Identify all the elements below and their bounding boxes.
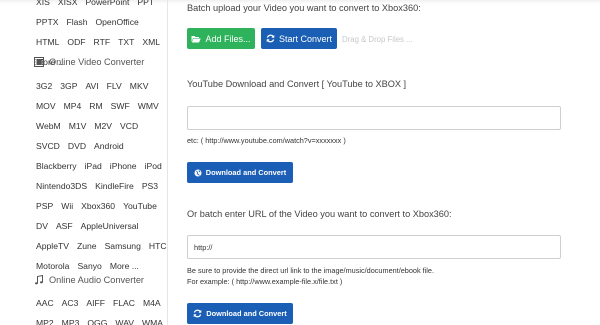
folder-open-icon: [191, 35, 202, 42]
format-link[interactable]: WebM: [36, 116, 61, 136]
format-link[interactable]: MP3: [62, 313, 80, 325]
main-content: Batch upload your Video you want to conv…: [187, 0, 600, 325]
format-link[interactable]: AVI: [85, 76, 98, 96]
batch-url-example: For example: ( http://www.example-file.x…: [187, 277, 343, 286]
format-link[interactable]: DVD: [68, 136, 86, 156]
format-link[interactable]: 3G2: [36, 76, 52, 96]
start-convert-label: Start Convert: [278, 33, 333, 44]
format-link[interactable]: More ...: [110, 256, 139, 276]
format-link[interactable]: SVCD: [36, 136, 60, 156]
format-link[interactable]: PPTX: [36, 12, 58, 32]
globe-icon: [194, 168, 202, 177]
format-link[interactable]: HTML: [36, 32, 59, 52]
format-link[interactable]: DV: [36, 216, 48, 236]
format-link[interactable]: PPT: [137, 0, 154, 12]
format-link[interactable]: 3GP: [60, 76, 77, 96]
format-link[interactable]: OpenOffice: [95, 12, 138, 32]
format-link[interactable]: HTC: [149, 236, 167, 256]
add-files-button[interactable]: Add Files...: [187, 28, 255, 49]
audio-section-title: Online Audio Converter: [49, 275, 144, 285]
format-link[interactable]: Zune: [77, 236, 97, 256]
format-link[interactable]: AAC: [36, 293, 54, 313]
format-link[interactable]: KindleFire: [95, 176, 134, 196]
format-link[interactable]: iPad: [85, 156, 102, 176]
format-link[interactable]: AppleUniversal: [81, 216, 139, 236]
add-files-label: Add Files...: [205, 33, 251, 44]
format-link[interactable]: AIFF: [86, 293, 105, 313]
sidebar: XIS XISX PowerPoint PPT PPTX Flash OpenOffice H…: [26, 0, 168, 325]
format-link[interactable]: M4A: [143, 293, 161, 313]
refresh-icon: [193, 309, 202, 318]
converter-page: XIS XISX PowerPoint PPT PPTX Flash OpenOffice H…: [0, 0, 600, 325]
upload-heading: Batch upload your Video you want to conv…: [187, 3, 421, 13]
format-link[interactable]: FLV: [107, 76, 122, 96]
audio-format-list: AAC AC3 AIFF FLAC M4A MP2 MP3 OGG WAV WMA: [36, 293, 167, 325]
format-link[interactable]: Sanyo: [77, 256, 101, 276]
format-link[interactable]: Nintendo3DS: [36, 176, 87, 196]
format-link[interactable]: RTF: [94, 32, 111, 52]
audio-section-header: Online Audio Converter: [34, 275, 167, 285]
format-link[interactable]: WMA: [142, 313, 163, 325]
film-icon: [34, 57, 44, 67]
format-link[interactable]: WMV: [138, 96, 159, 116]
batch-url-input[interactable]: http://: [187, 235, 561, 259]
video-section-title: Online Video Converter: [49, 57, 145, 67]
batch-url-note: Be sure to provide the direct url link t…: [187, 266, 435, 275]
format-link[interactable]: MP2: [36, 313, 54, 325]
format-link[interactable]: Wii: [61, 196, 73, 216]
batch-download-convert-button[interactable]: Download and Convert: [187, 303, 293, 324]
format-link[interactable]: RM: [89, 96, 102, 116]
refresh-icon: [266, 34, 275, 43]
format-link[interactable]: MKV: [130, 76, 149, 96]
format-link[interactable]: ODF: [67, 32, 85, 52]
youtube-url-input[interactable]: [187, 106, 561, 130]
format-link[interactable]: XIS: [36, 0, 50, 12]
format-link[interactable]: MP4: [64, 96, 82, 116]
format-link[interactable]: SWF: [111, 96, 130, 116]
start-convert-button[interactable]: Start Convert: [261, 28, 337, 49]
format-link[interactable]: OGG: [87, 313, 107, 325]
drag-drop-area[interactable]: Drag & Drop Files ...: [342, 35, 413, 44]
format-link[interactable]: Blackberry: [36, 156, 77, 176]
youtube-download-convert-label: Download and Convert: [205, 168, 287, 177]
format-link[interactable]: Flash: [66, 12, 87, 32]
format-link[interactable]: PowerPoint: [85, 0, 129, 12]
video-format-list: 3G2 3GP AVI FLV MKV MOV MP4 RM SWF WMV WebM M1V M2V V…: [36, 76, 167, 276]
format-link[interactable]: PSP: [36, 196, 53, 216]
youtube-heading: YouTube Download and Convert [ YouTube t…: [187, 79, 407, 89]
youtube-url-hint: etc: ( http://www.youtube.com/watch?v=xx…: [187, 136, 346, 145]
format-link[interactable]: Motorola: [36, 256, 69, 276]
music-note-icon: [35, 275, 43, 285]
format-link[interactable]: Android: [94, 136, 124, 156]
format-link[interactable]: FLAC: [113, 293, 135, 313]
video-section-header: Online Video Converter: [34, 57, 167, 67]
format-link[interactable]: PS3: [142, 176, 158, 196]
format-link[interactable]: MOV: [36, 96, 56, 116]
format-link[interactable]: M1V: [69, 116, 87, 136]
format-link[interactable]: YouTube: [123, 196, 157, 216]
format-link[interactable]: ASF: [56, 216, 73, 236]
batch-download-convert-label: Download and Convert: [206, 309, 287, 318]
format-link[interactable]: iPod: [145, 156, 162, 176]
format-link[interactable]: WAV: [115, 313, 134, 325]
format-link[interactable]: AC3: [62, 293, 79, 313]
format-link[interactable]: Xbox360: [81, 196, 115, 216]
format-link[interactable]: M2V: [94, 116, 112, 136]
format-link[interactable]: VCD: [120, 116, 138, 136]
youtube-download-convert-button[interactable]: Download and Convert: [187, 162, 293, 183]
format-link[interactable]: Samsung: [105, 236, 141, 256]
batch-url-heading: Or batch enter URL of the Video you want…: [187, 209, 452, 219]
format-link[interactable]: AppleTV: [36, 236, 69, 256]
format-link[interactable]: XML: [142, 32, 160, 52]
format-link[interactable]: XISX: [58, 0, 78, 12]
format-link[interactable]: iPhone: [110, 156, 137, 176]
format-link[interactable]: TXT: [118, 32, 134, 52]
